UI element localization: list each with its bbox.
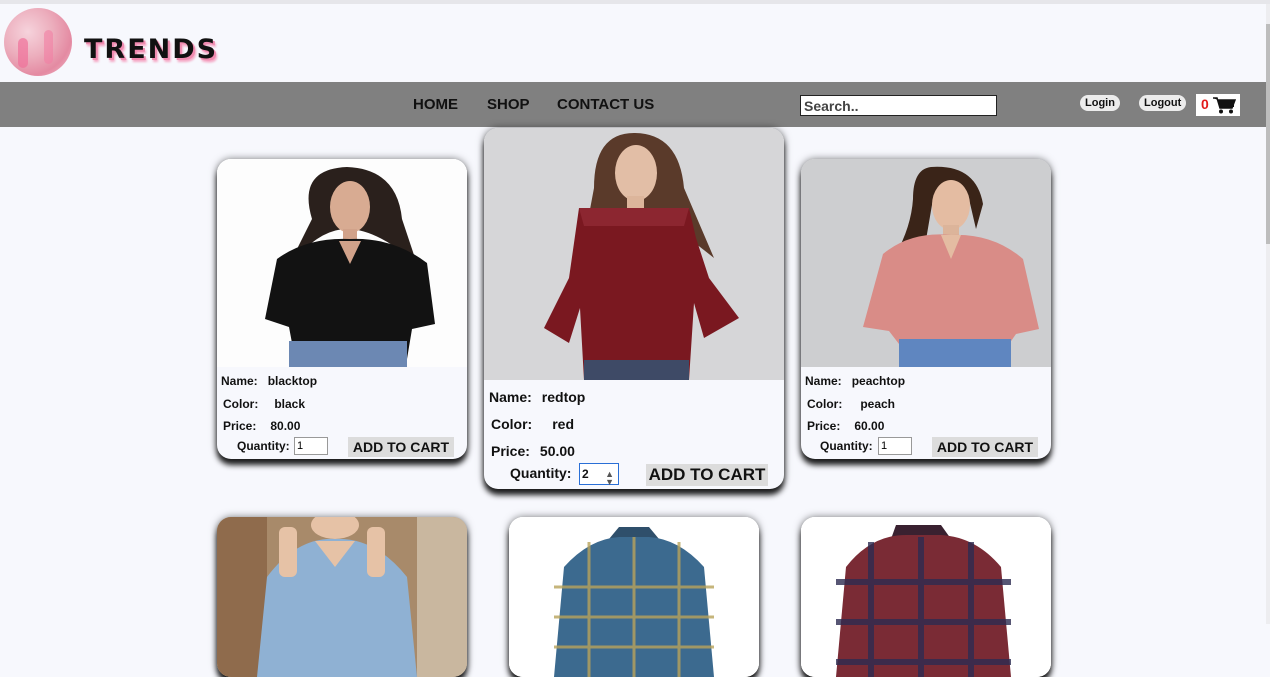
nav-shop-link[interactable]: SHOP	[487, 96, 530, 113]
product-price: 50.00	[539, 443, 575, 459]
add-to-cart-button[interactable]: ADD TO CART	[348, 437, 454, 457]
price-label: Price:	[223, 419, 257, 433]
logo-icon[interactable]	[4, 8, 72, 76]
price-label: Price:	[807, 419, 841, 433]
add-to-cart-button[interactable]: ADD TO CART	[646, 464, 768, 486]
nav-contact-link[interactable]: CONTACT US	[557, 96, 654, 113]
black-top-photo[interactable]	[217, 159, 467, 367]
navbar: HOME SHOP CONTACT US Login Logout 0	[0, 82, 1266, 127]
add-to-cart-button[interactable]: ADD TO CART	[932, 437, 1038, 457]
quantity-stepper[interactable]: 2 ▲ ▼	[579, 463, 619, 487]
cart-button[interactable]: 0	[1196, 94, 1240, 116]
blue-plaid-shirt-photo[interactable]	[509, 517, 759, 677]
search-input[interactable]	[800, 95, 997, 116]
color-label: Color:	[223, 397, 259, 411]
red-plaid-shirt-photo[interactable]	[801, 517, 1051, 677]
product-card-redtop: Name: redtop Color: red Price: 50.00 Quanti…	[484, 128, 784, 489]
header: TRENDS	[0, 4, 1270, 82]
quantity-label: Quantity:	[820, 439, 873, 453]
name-label: Name:	[489, 389, 532, 405]
denim-shirt-photo[interactable]	[217, 517, 467, 677]
nav-home-link[interactable]: HOME	[413, 96, 458, 113]
product-price: 80.00	[270, 419, 301, 433]
peach-top-photo[interactable]	[801, 159, 1051, 367]
product-card-blacktop: Name: blacktop Color: black Price: 80.00 Qu…	[217, 159, 467, 459]
quantity-label: Quantity:	[237, 439, 290, 453]
name-label: Name:	[221, 374, 258, 388]
scrollbar[interactable]	[1266, 4, 1270, 624]
cart-count-badge: 0	[1201, 96, 1209, 112]
stepper-down-icon[interactable]: ▼	[605, 472, 614, 489]
product-card-denim	[217, 517, 467, 677]
brand-title[interactable]: TRENDS	[84, 34, 218, 65]
product-color: black	[274, 397, 306, 411]
product-name: blacktop	[267, 374, 318, 388]
quantity-label: Quantity:	[510, 465, 572, 481]
product-card-peachtop: Name: peachtop Color: peach Price: 60.00 Qu…	[801, 159, 1051, 459]
product-price: 60.00	[854, 419, 885, 433]
name-label: Name:	[805, 374, 842, 388]
product-card-red-plaid	[801, 517, 1051, 677]
quantity-value: 2	[582, 467, 589, 481]
logout-button[interactable]: Logout	[1139, 95, 1187, 111]
product-name: peachtop	[851, 374, 906, 388]
login-button[interactable]: Login	[1080, 95, 1120, 111]
color-label: Color:	[491, 416, 533, 432]
quantity-input[interactable]	[294, 437, 328, 455]
product-name: redtop	[541, 389, 586, 405]
color-label: Color:	[807, 397, 843, 411]
product-color: red	[552, 416, 575, 432]
price-label: Price:	[491, 443, 530, 459]
product-card-blue-plaid	[509, 517, 759, 677]
scroll-thumb[interactable]	[1266, 24, 1270, 244]
quantity-input[interactable]	[878, 437, 912, 455]
cart-icon	[1213, 97, 1236, 114]
product-color: peach	[860, 397, 896, 411]
red-top-photo[interactable]	[484, 128, 784, 380]
